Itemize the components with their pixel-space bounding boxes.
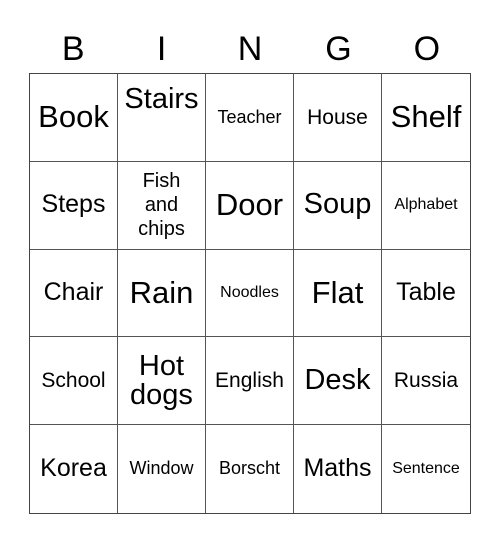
bingo-cell-text: Hot dogs (130, 349, 193, 411)
header-letter-g: G (325, 30, 352, 68)
bingo-cell: Table (382, 250, 470, 338)
bingo-cell: Sentence (392, 460, 460, 478)
bingo-cell: Stairs (118, 74, 206, 162)
bingo-cell: Russia (382, 337, 470, 426)
header-letter-o: O (413, 30, 441, 68)
bingo-cell: Alphabet (382, 162, 470, 250)
bingo-grid: Book Stairs Teacher House Shelf Steps Fi… (29, 73, 471, 514)
bingo-cell: Shelf (382, 74, 470, 162)
bingo-cell: Teacher (206, 74, 294, 162)
bingo-cell: Chair (30, 249, 118, 338)
bingo-cell: Soup (294, 161, 382, 250)
header-letter-i: I (156, 30, 167, 68)
bingo-cell: Desk (294, 337, 382, 426)
bingo-cell: Flat (294, 249, 382, 338)
bingo-cell: Rain (118, 249, 206, 338)
bingo-cell: Fish and chips (118, 161, 206, 250)
bingo-cell: Noodles (206, 249, 294, 338)
header-letter-b: B (61, 30, 85, 68)
bingo-cell: Book (30, 74, 118, 162)
bingo-cell: School (30, 337, 118, 426)
bingo-cell: Window (118, 425, 206, 513)
bingo-cell-text: Fish and chips (138, 170, 185, 241)
bingo-cell: Hot dogs (118, 337, 206, 426)
bingo-cell: Maths (294, 425, 382, 513)
bingo-cell: English (206, 337, 294, 426)
bingo-cell: Steps (30, 161, 118, 250)
bingo-cell: Borscht (206, 425, 294, 513)
bingo-cell: Korea (30, 425, 118, 513)
bingo-cell: Door (206, 161, 294, 250)
bingo-header: B I N G O (29, 26, 471, 72)
bingo-cell: House (294, 74, 382, 162)
header-letter-n: N (237, 30, 263, 68)
